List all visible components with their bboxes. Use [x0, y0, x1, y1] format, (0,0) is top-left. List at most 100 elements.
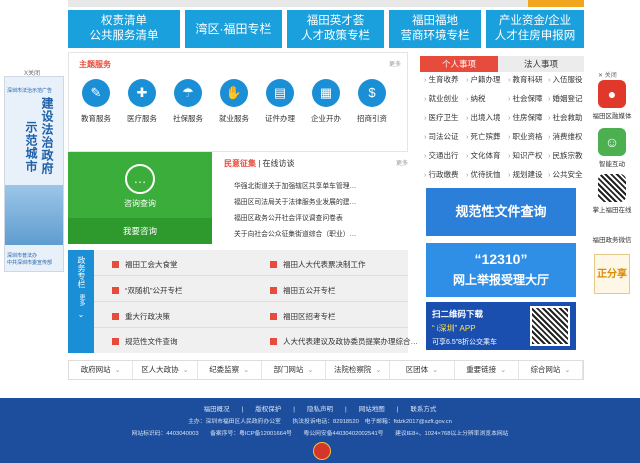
- service-investment[interactable]: $ 招商引资: [349, 79, 395, 124]
- personal-item[interactable]: 文化体育: [466, 150, 501, 161]
- personal-item[interactable]: 婚姻登记: [548, 93, 583, 104]
- banner-line: 产业资金/企业: [498, 15, 572, 27]
- personal-item[interactable]: 住房保障: [508, 112, 543, 123]
- banner-line: 网上举报受理大厅: [452, 273, 549, 287]
- personal-item[interactable]: 规划建设: [508, 169, 543, 180]
- divider: [94, 275, 408, 276]
- footer-link[interactable]: 隐私声明: [307, 406, 333, 413]
- personal-item[interactable]: 户籍办理: [466, 74, 501, 85]
- gov-item[interactable]: 规范性文件查询: [112, 336, 178, 347]
- bullet-icon: [270, 313, 277, 320]
- opinion-item[interactable]: 关于向社会公众征集街道综合（职业）…: [234, 228, 404, 238]
- report-hall-banner[interactable]: “12310” 网上举报受理大厅: [426, 243, 576, 297]
- ishenzhen-app-banner[interactable]: 扫二维码下载 “ i深圳” APP 可享6.5”8折公交乘车: [426, 302, 576, 350]
- tab-personal[interactable]: 个人事项: [420, 56, 498, 72]
- footer-link[interactable]: 联系方式: [410, 406, 436, 413]
- personal-item[interactable]: 教育科研: [508, 74, 543, 85]
- service-education[interactable]: ✎ 教育服务: [73, 79, 119, 124]
- bottom-nav-item[interactable]: 部门网站: [262, 361, 326, 379]
- interview-tab[interactable]: | 在线访谈: [256, 159, 294, 168]
- banner-industry-fund[interactable]: 产业资金/企业 人才住房申报网: [486, 10, 584, 48]
- personal-item[interactable]: 入伍服役: [548, 74, 583, 85]
- footer-link[interactable]: 版权保护: [255, 406, 281, 413]
- personal-item[interactable]: 交通出行: [424, 150, 459, 161]
- bottom-nav-item[interactable]: 重要链接: [455, 361, 519, 379]
- personal-item[interactable]: 民族宗教: [548, 150, 583, 161]
- service-certificate[interactable]: ▤ 证件办理: [257, 79, 303, 124]
- gov-item[interactable]: 福田人大代表票决制工作: [270, 259, 366, 270]
- personal-item[interactable]: 消费维权: [548, 131, 583, 142]
- ad-heading: 建设法治政府: [40, 97, 54, 175]
- gov-item[interactable]: 福田五公开专栏: [270, 285, 336, 296]
- personal-item[interactable]: 出境入境: [466, 112, 501, 123]
- rule-of-law-ad[interactable]: 深圳市法治示范广告 建设法治政府 示范城市 深圳市普法办 中共深圳市委宣传部: [4, 76, 64, 272]
- personal-item[interactable]: 社会保障: [508, 93, 543, 104]
- microphone-icon[interactable]: ●: [598, 80, 626, 108]
- bottom-nav-item[interactable]: 综合网站: [519, 361, 583, 379]
- bottom-nav-item[interactable]: 政府网站: [69, 361, 134, 379]
- consult-button[interactable]: 我要咨询: [68, 218, 212, 244]
- service-employment[interactable]: ✋ 就业服务: [211, 79, 257, 124]
- personal-item[interactable]: 知识产权: [508, 150, 543, 161]
- gov-item[interactable]: 福田区招考专栏: [270, 311, 336, 322]
- personal-item[interactable]: 生育收养: [424, 74, 459, 85]
- personal-item[interactable]: 就业创业: [424, 93, 459, 104]
- bottom-nav-item[interactable]: 法院检察院: [326, 361, 391, 379]
- footer-link[interactable]: 福田概况: [204, 406, 230, 413]
- opinion-item-text: 华强北街道关于加强辖区共享单车管理…: [234, 183, 357, 190]
- footer-separator: |: [241, 406, 244, 413]
- personal-item[interactable]: 行政缴费: [424, 169, 459, 180]
- gov-item[interactable]: 福田工会大食堂: [112, 259, 178, 270]
- widget-label: 福田区融媒体: [592, 113, 632, 120]
- personal-item[interactable]: 司法公证: [424, 131, 459, 142]
- banner-line: 湾区·福田专栏: [195, 21, 272, 36]
- robot-icon[interactable]: ☺: [598, 128, 626, 156]
- bullet-icon: [112, 338, 119, 345]
- gov-item[interactable]: “双随机”公开专栏: [112, 285, 183, 296]
- service-medical[interactable]: ✚ 医疗服务: [119, 79, 165, 124]
- bottom-nav-item[interactable]: 区团体: [390, 361, 455, 379]
- personal-item[interactable]: 医疗卫生: [424, 112, 459, 123]
- banner-business[interactable]: 福田福地 营商环境专栏: [389, 10, 481, 48]
- opinion-item[interactable]: 福田区政务公开社会评议调查问卷表: [234, 212, 404, 222]
- footer-link[interactable]: 网站地图: [359, 406, 385, 413]
- personal-item[interactable]: 纳税: [466, 93, 486, 104]
- bottom-nav-item[interactable]: 纪委监察: [198, 361, 262, 379]
- banner-bay-area[interactable]: 湾区·福田专栏: [185, 10, 282, 48]
- gov-affairs-side: 政务专栏 更多 ⌄: [68, 250, 94, 353]
- more-link[interactable]: 更多: [389, 59, 401, 68]
- service-business-setup[interactable]: ▦ 企业开办: [303, 79, 349, 124]
- gov-item[interactable]: 重大行政决策: [112, 311, 170, 322]
- more-link[interactable]: 更多: [76, 294, 86, 306]
- opinion-item[interactable]: 华强北街道关于加强辖区共享单车管理…: [234, 180, 404, 190]
- opinion-item[interactable]: 福田区司法局关于法律服务业发展的建…: [234, 196, 404, 206]
- personal-item[interactable]: 社会救助: [548, 112, 583, 123]
- ad-top-text: 深圳市法治示范广告: [7, 88, 53, 94]
- footer: 福田概况 | 版权保护 | 隐私声明 | 网站地图 | 联系方式 主办：深圳市福田区人民政府办公…: [0, 398, 640, 463]
- widget-label[interactable]: 福田政务微信: [590, 234, 634, 244]
- bullet-icon: [112, 261, 119, 268]
- share-button[interactable]: 正分享: [594, 254, 630, 294]
- more-link[interactable]: 更多: [396, 158, 408, 167]
- regulatory-docs-banner[interactable]: 规范性文件查询: [426, 188, 576, 236]
- personal-item[interactable]: 职业资格: [508, 131, 543, 142]
- opinion-tab[interactable]: 民意征集: [224, 159, 256, 168]
- banner-line: 人才住房申报网: [494, 30, 576, 42]
- personal-item[interactable]: 公共安全: [548, 169, 583, 180]
- qr-code-icon[interactable]: [598, 174, 626, 202]
- personal-item[interactable]: 优待抚恤: [466, 169, 501, 180]
- gov-affairs-panel: 福田工会大食堂 福田人大代表票决制工作 “双随机”公开专栏 福田五公开专栏 重大…: [94, 250, 418, 353]
- footer-separator: |: [293, 406, 295, 413]
- opinion-panel: 民意征集 | 在线访谈 更多 华强北街道关于加强辖区共享单车管理… 福田区司法局…: [218, 152, 408, 244]
- banner-responsibility-list[interactable]: 权责清单 公共服务清单: [68, 10, 180, 48]
- banner-talent[interactable]: 福田英才荟 人才政策专栏: [287, 10, 384, 48]
- bottom-nav-item[interactable]: 区人大政协: [133, 361, 198, 379]
- close-side-button[interactable]: ✕ 关闭: [598, 70, 617, 79]
- bullet-icon: [270, 287, 277, 294]
- tab-legal[interactable]: 法人事项: [498, 56, 584, 72]
- gov-item[interactable]: 人大代表建议及政协委员提案办理综合…: [270, 336, 418, 347]
- consult-panel[interactable]: … 咨询查询 我要咨询: [68, 152, 212, 244]
- personal-item[interactable]: 死亡殡葬: [466, 131, 501, 142]
- chevron-down-icon[interactable]: ⌄: [68, 310, 94, 320]
- service-social-security[interactable]: ☂ 社保服务: [165, 79, 211, 124]
